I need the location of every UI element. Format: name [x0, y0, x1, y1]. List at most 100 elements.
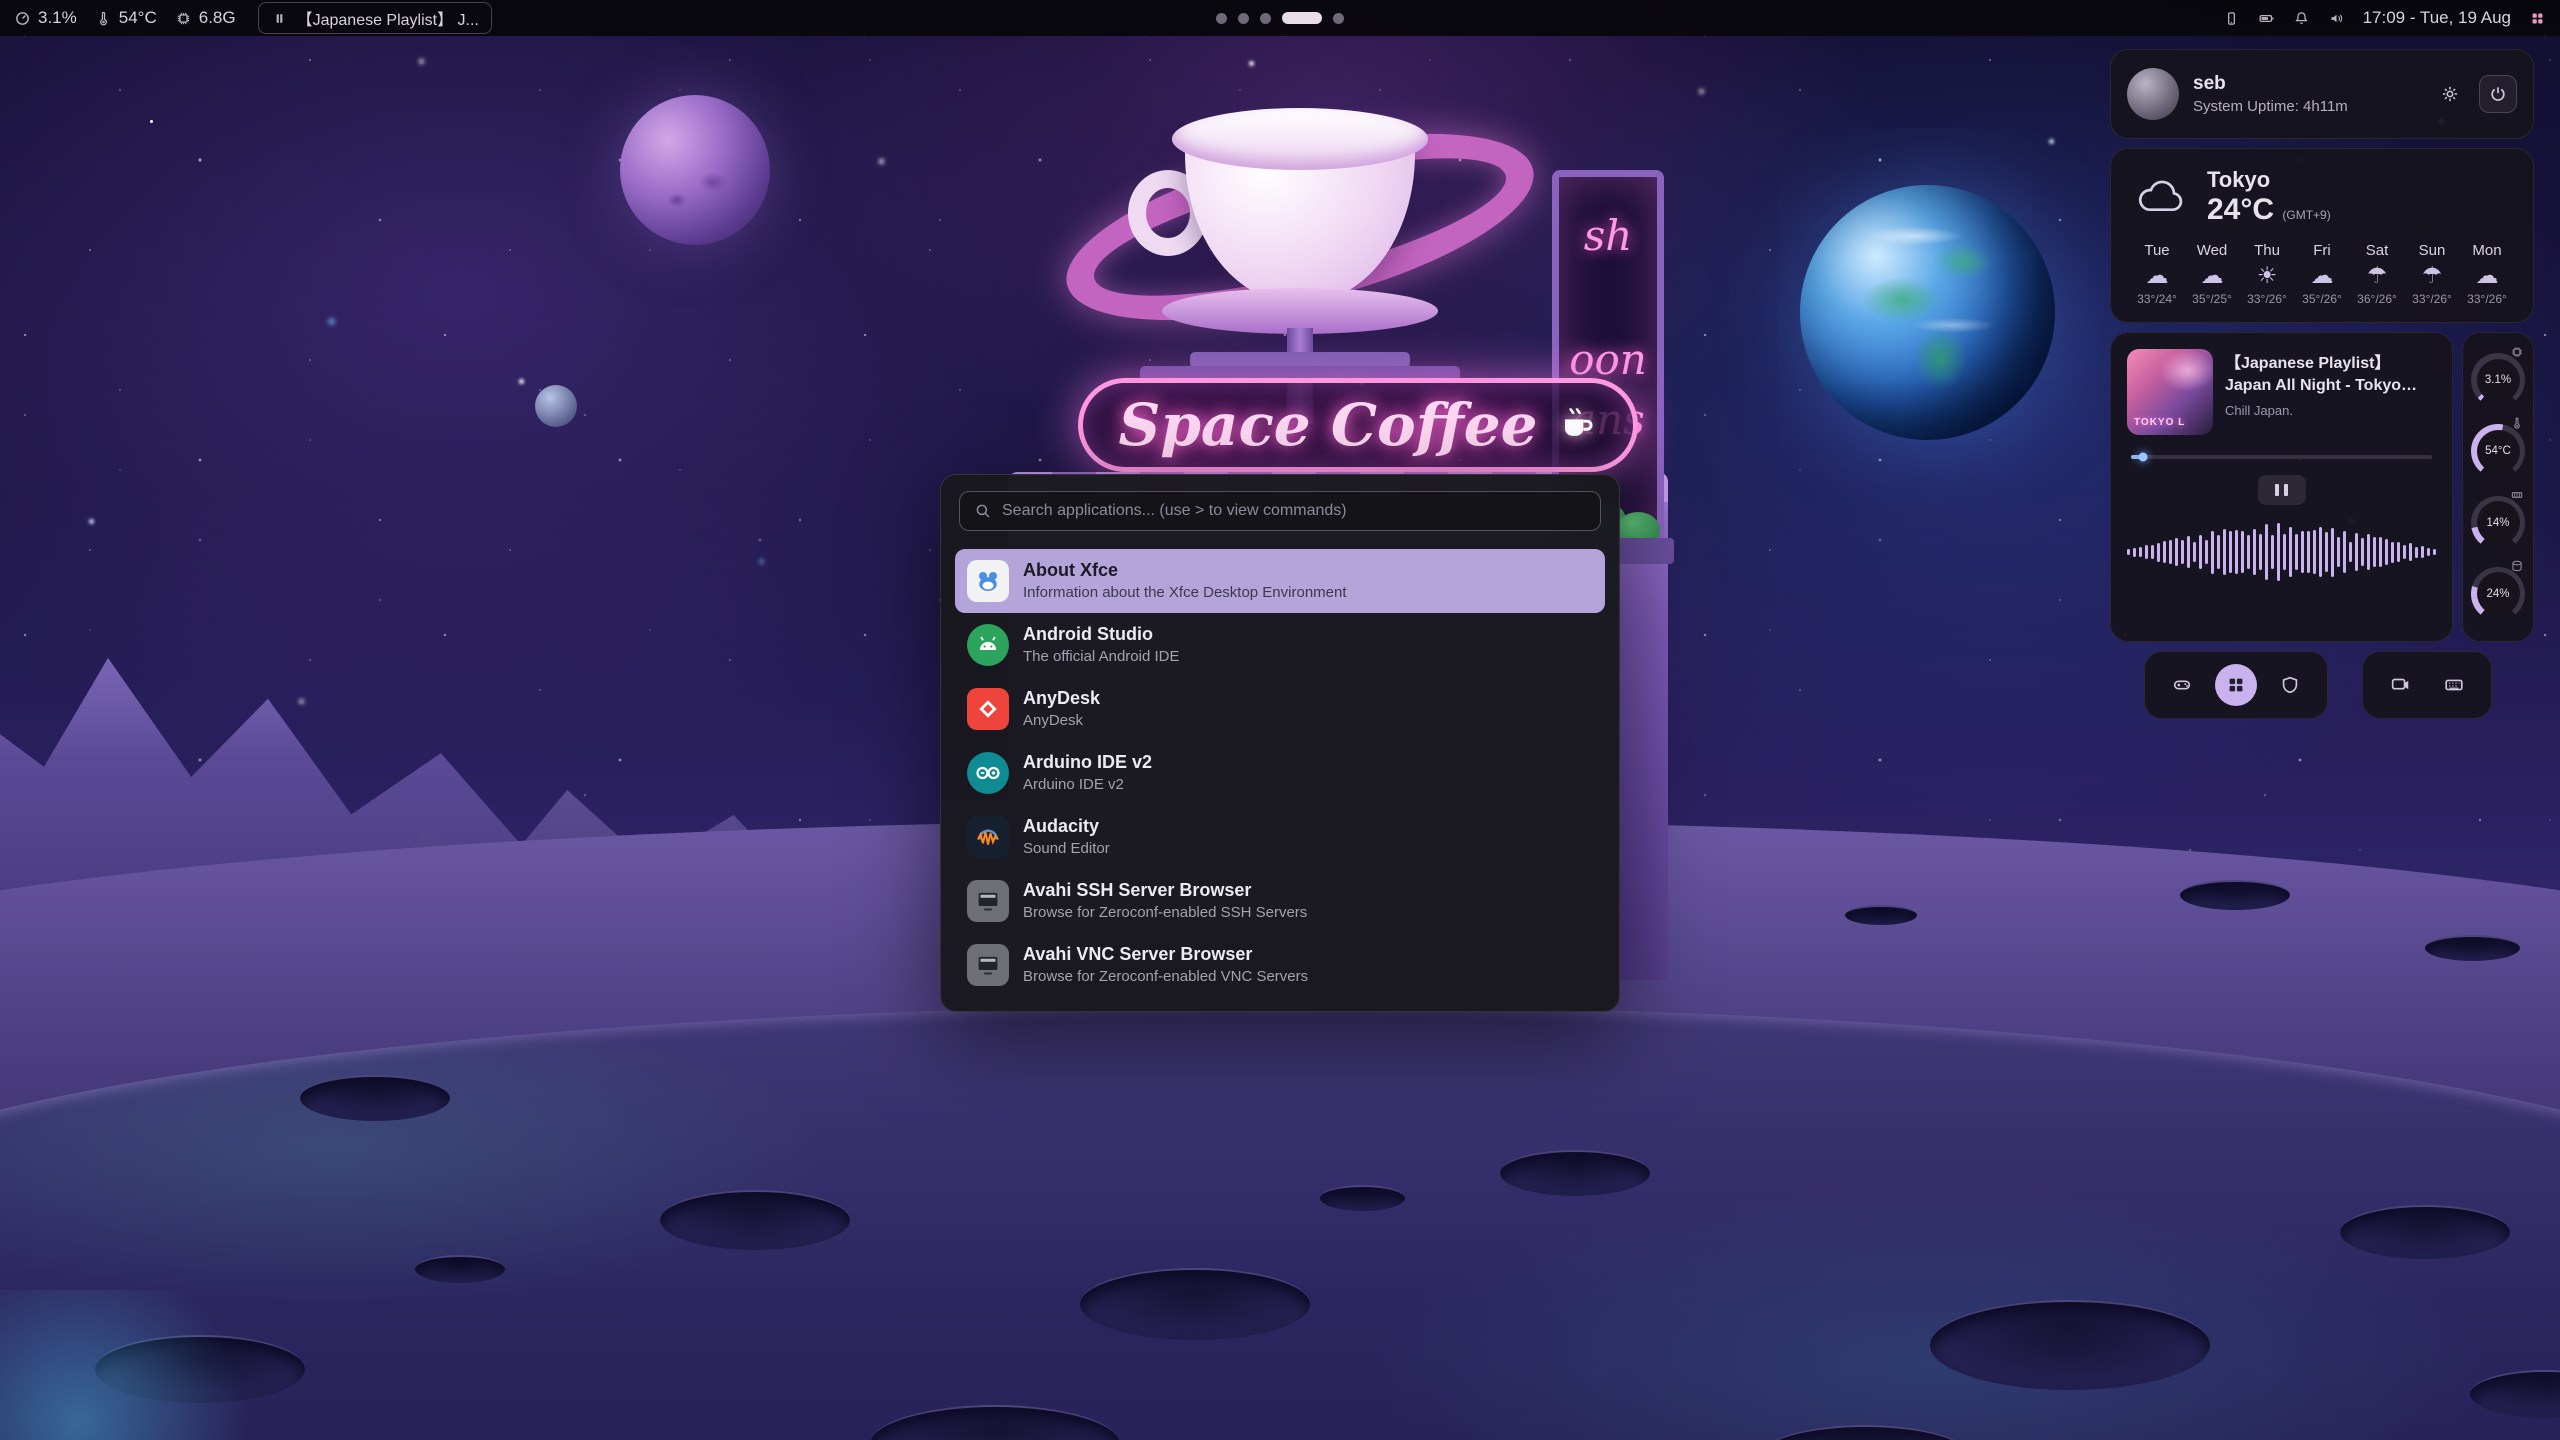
- workspace-dot[interactable]: [1333, 13, 1344, 24]
- coffee-cup-rim: [1172, 108, 1428, 170]
- quick-button-keyboard[interactable]: [2433, 664, 2475, 706]
- app-title: Arduino IDE v2: [1023, 752, 1152, 774]
- user-avatar[interactable]: [2127, 68, 2179, 120]
- crater: [1080, 1268, 1310, 1340]
- workspace-switcher: [1216, 12, 1344, 24]
- pause-bar: [2275, 484, 2279, 496]
- crater: [1320, 1185, 1405, 1211]
- quick-button-shield[interactable]: [2269, 664, 2311, 706]
- waveform-bar: [2301, 531, 2304, 574]
- launcher-app-item[interactable]: Avahi VNC Server Browser Browse for Zero…: [955, 933, 1605, 997]
- thermometer-icon: [95, 10, 112, 27]
- waveform-bar: [2415, 547, 2418, 558]
- app-subtitle: Sound Editor: [1023, 840, 1110, 858]
- waveform-bar: [2223, 529, 2226, 576]
- launcher-app-item[interactable]: Arduino IDE v2 Arduino IDE v2: [955, 741, 1605, 805]
- album-art[interactable]: TOKYO L: [2127, 349, 2213, 435]
- weather-temperature: 24°C (GMT+9): [2207, 193, 2331, 226]
- search-box[interactable]: [959, 491, 1601, 531]
- waveform-bar: [2133, 548, 2136, 557]
- launcher-app-item[interactable]: Audacity Sound Editor: [955, 805, 1605, 869]
- user-actions: [2431, 75, 2517, 113]
- apps-grid-icon[interactable]: [2529, 10, 2546, 27]
- clock[interactable]: 17:09 - Tue, 19 Aug: [2363, 8, 2511, 28]
- app-title: Avahi SSH Server Browser: [1023, 880, 1307, 902]
- window-neon-text: sh: [1559, 211, 1657, 260]
- waveform-bar: [2247, 535, 2250, 568]
- bell-icon[interactable]: [2293, 10, 2310, 27]
- crater: [1930, 1300, 2210, 1390]
- music-progress-bar[interactable]: [2131, 455, 2432, 459]
- settings-button[interactable]: [2431, 75, 2469, 113]
- search-input[interactable]: [1002, 502, 1586, 520]
- forecast-day-label: Sat: [2366, 242, 2389, 259]
- launcher-app-item[interactable]: About Xfce Information about the Xfce De…: [955, 549, 1605, 613]
- sign-coffee-icon: [1554, 401, 1598, 450]
- weather-city-block: Tokyo 24°C (GMT+9): [2207, 167, 2331, 226]
- cpu-value: 3.1%: [38, 8, 77, 28]
- forecast-weather-icon: ☁: [2201, 264, 2224, 287]
- temperature-indicator[interactable]: 54°C: [95, 8, 157, 28]
- waveform-bar: [2181, 540, 2184, 565]
- workspace-dot[interactable]: [1238, 13, 1249, 24]
- waveform-bar: [2283, 534, 2286, 571]
- small-moon: [535, 385, 577, 427]
- system-stats-column: 3.1% 54°C 14% 24%: [2462, 332, 2534, 642]
- system-gauge: 24%: [2463, 559, 2533, 629]
- app-texts: Avahi SSH Server Browser Browse for Zero…: [1023, 880, 1307, 923]
- gauge-icon: [2510, 416, 2524, 430]
- workspace-dot[interactable]: [1216, 13, 1227, 24]
- phone-icon[interactable]: [2223, 10, 2240, 27]
- crater: [2340, 1205, 2510, 1259]
- topbar-left: 3.1% 54°C 6.8G 【Japanese Playlist】 J...: [14, 2, 492, 34]
- crater: [1500, 1150, 1650, 1196]
- gauge-ring: 54°C: [2471, 424, 2525, 478]
- weather-timezone: (GMT+9): [2282, 208, 2330, 222]
- waveform-bar: [2229, 531, 2232, 572]
- waveform-bar: [2157, 543, 2160, 562]
- waveform-bar: [2379, 537, 2382, 567]
- app-texts: Arduino IDE v2 Arduino IDE v2: [1023, 752, 1152, 795]
- app-subtitle: Arduino IDE v2: [1023, 776, 1152, 794]
- widget-panel: seb System Uptime: 4h11m Tokyo 24°C: [2110, 49, 2534, 719]
- app-texts: AnyDesk AnyDesk: [1023, 688, 1100, 731]
- quick-button-screen[interactable]: [2379, 664, 2421, 706]
- waveform-bar: [2241, 531, 2244, 573]
- gauge-value: 54°C: [2477, 430, 2520, 473]
- app-texts: Android Studio The official Android IDE: [1023, 624, 1179, 667]
- launcher-app-item[interactable]: Avahi SSH Server Browser Browse for Zero…: [955, 869, 1605, 933]
- system-gauge: 3.1%: [2463, 345, 2533, 415]
- forecast-day: Fri ☁ 35°/26°: [2296, 242, 2348, 306]
- workspace-active[interactable]: [1282, 12, 1322, 24]
- cpu-indicator[interactable]: 3.1%: [14, 8, 77, 28]
- waveform-bar: [2235, 530, 2238, 573]
- app-texts: Audacity Sound Editor: [1023, 816, 1110, 859]
- music-progress-handle[interactable]: [2139, 453, 2148, 462]
- sign-text: Space Coffee: [1118, 391, 1537, 459]
- app-texts: About Xfce Information about the Xfce De…: [1023, 560, 1347, 603]
- launcher-app-item[interactable]: AnyDesk AnyDesk: [955, 677, 1605, 741]
- waveform-bar: [2313, 530, 2316, 575]
- power-button[interactable]: [2479, 75, 2517, 113]
- memory-indicator[interactable]: 6.8G: [175, 8, 236, 28]
- forecast-temps: 35°/25°: [2192, 292, 2232, 306]
- gauge-icon: [2510, 488, 2524, 502]
- forecast-day-label: Tue: [2144, 242, 2169, 259]
- waveform-bar: [2139, 547, 2142, 556]
- waveform-bar: [2265, 524, 2268, 580]
- pause-button[interactable]: [2258, 475, 2306, 505]
- battery-icon[interactable]: [2258, 10, 2275, 27]
- topbar-music-widget[interactable]: 【Japanese Playlist】 J...: [258, 2, 492, 34]
- search-icon: [974, 502, 992, 520]
- user-name: seb: [2193, 73, 2348, 95]
- waveform-bar: [2175, 538, 2178, 567]
- volume-icon[interactable]: [2328, 10, 2345, 27]
- audio-waveform: [2127, 519, 2436, 585]
- waveform-bar: [2211, 531, 2214, 574]
- desktop: sh oon ans Space Coffee: [0, 0, 2560, 1440]
- quick-button-apps[interactable]: [2215, 664, 2257, 706]
- system-uptime: System Uptime: 4h11m: [2193, 98, 2348, 115]
- launcher-app-item[interactable]: Android Studio The official Android IDE: [955, 613, 1605, 677]
- workspace-dot[interactable]: [1260, 13, 1271, 24]
- quick-button-controller[interactable]: [2161, 664, 2203, 706]
